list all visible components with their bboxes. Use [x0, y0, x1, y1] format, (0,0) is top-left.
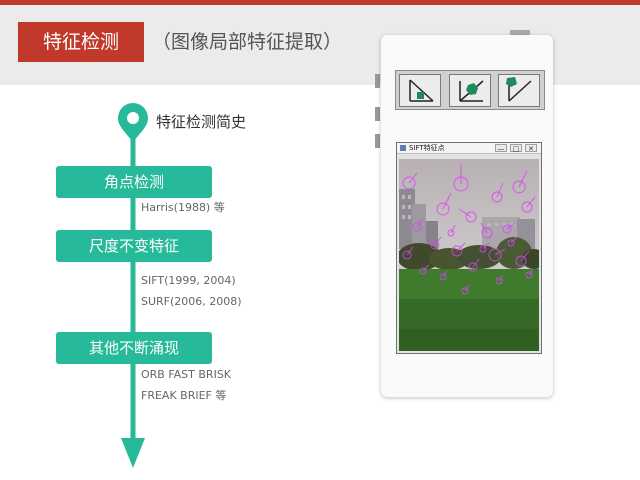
minimize-button[interactable]: — [495, 144, 507, 153]
device-side-tab [375, 74, 380, 88]
blob-detect-icon [459, 80, 484, 102]
window-app-icon [400, 145, 406, 151]
feature-detect-icon [506, 77, 532, 102]
step-others-emerging: 其他不断涌现 [56, 332, 212, 364]
step-note: SURF(2006, 2008) [141, 295, 242, 308]
step-note: Harris(1988) 等 [141, 201, 225, 214]
maximize-button[interactable]: □ [510, 144, 522, 153]
tool-button-feature[interactable] [498, 74, 540, 107]
timeline-arrow-head [121, 438, 145, 468]
close-button[interactable]: ✕ [525, 144, 537, 153]
location-pin-icon [118, 103, 148, 142]
tool-toolbar [395, 70, 545, 110]
step-corner-detection: 角点检测 [56, 166, 212, 198]
photo-scene [399, 159, 539, 351]
sift-window-titlebar: SIFT特征点 — □ ✕ [397, 143, 541, 154]
corner-detect-icon [409, 79, 434, 102]
step-note: FREAK BRIEF 等 [141, 389, 227, 402]
tool-button-corner[interactable] [399, 74, 441, 107]
timeline-heading: 特征检测简史 [156, 113, 247, 131]
sift-window-title: SIFT特征点 [409, 144, 445, 152]
sift-keypoints-photo [399, 159, 539, 351]
sift-window: SIFT特征点 — □ ✕ [396, 142, 542, 354]
step-scale-invariant: 尺度不变特征 [56, 230, 212, 262]
step-note: ORB FAST BRISK [141, 368, 232, 381]
device-side-tab [375, 107, 380, 121]
tool-button-blob[interactable] [449, 74, 491, 107]
device-side-tab [375, 134, 380, 148]
step-note: SIFT(1999, 2004) [141, 274, 236, 287]
